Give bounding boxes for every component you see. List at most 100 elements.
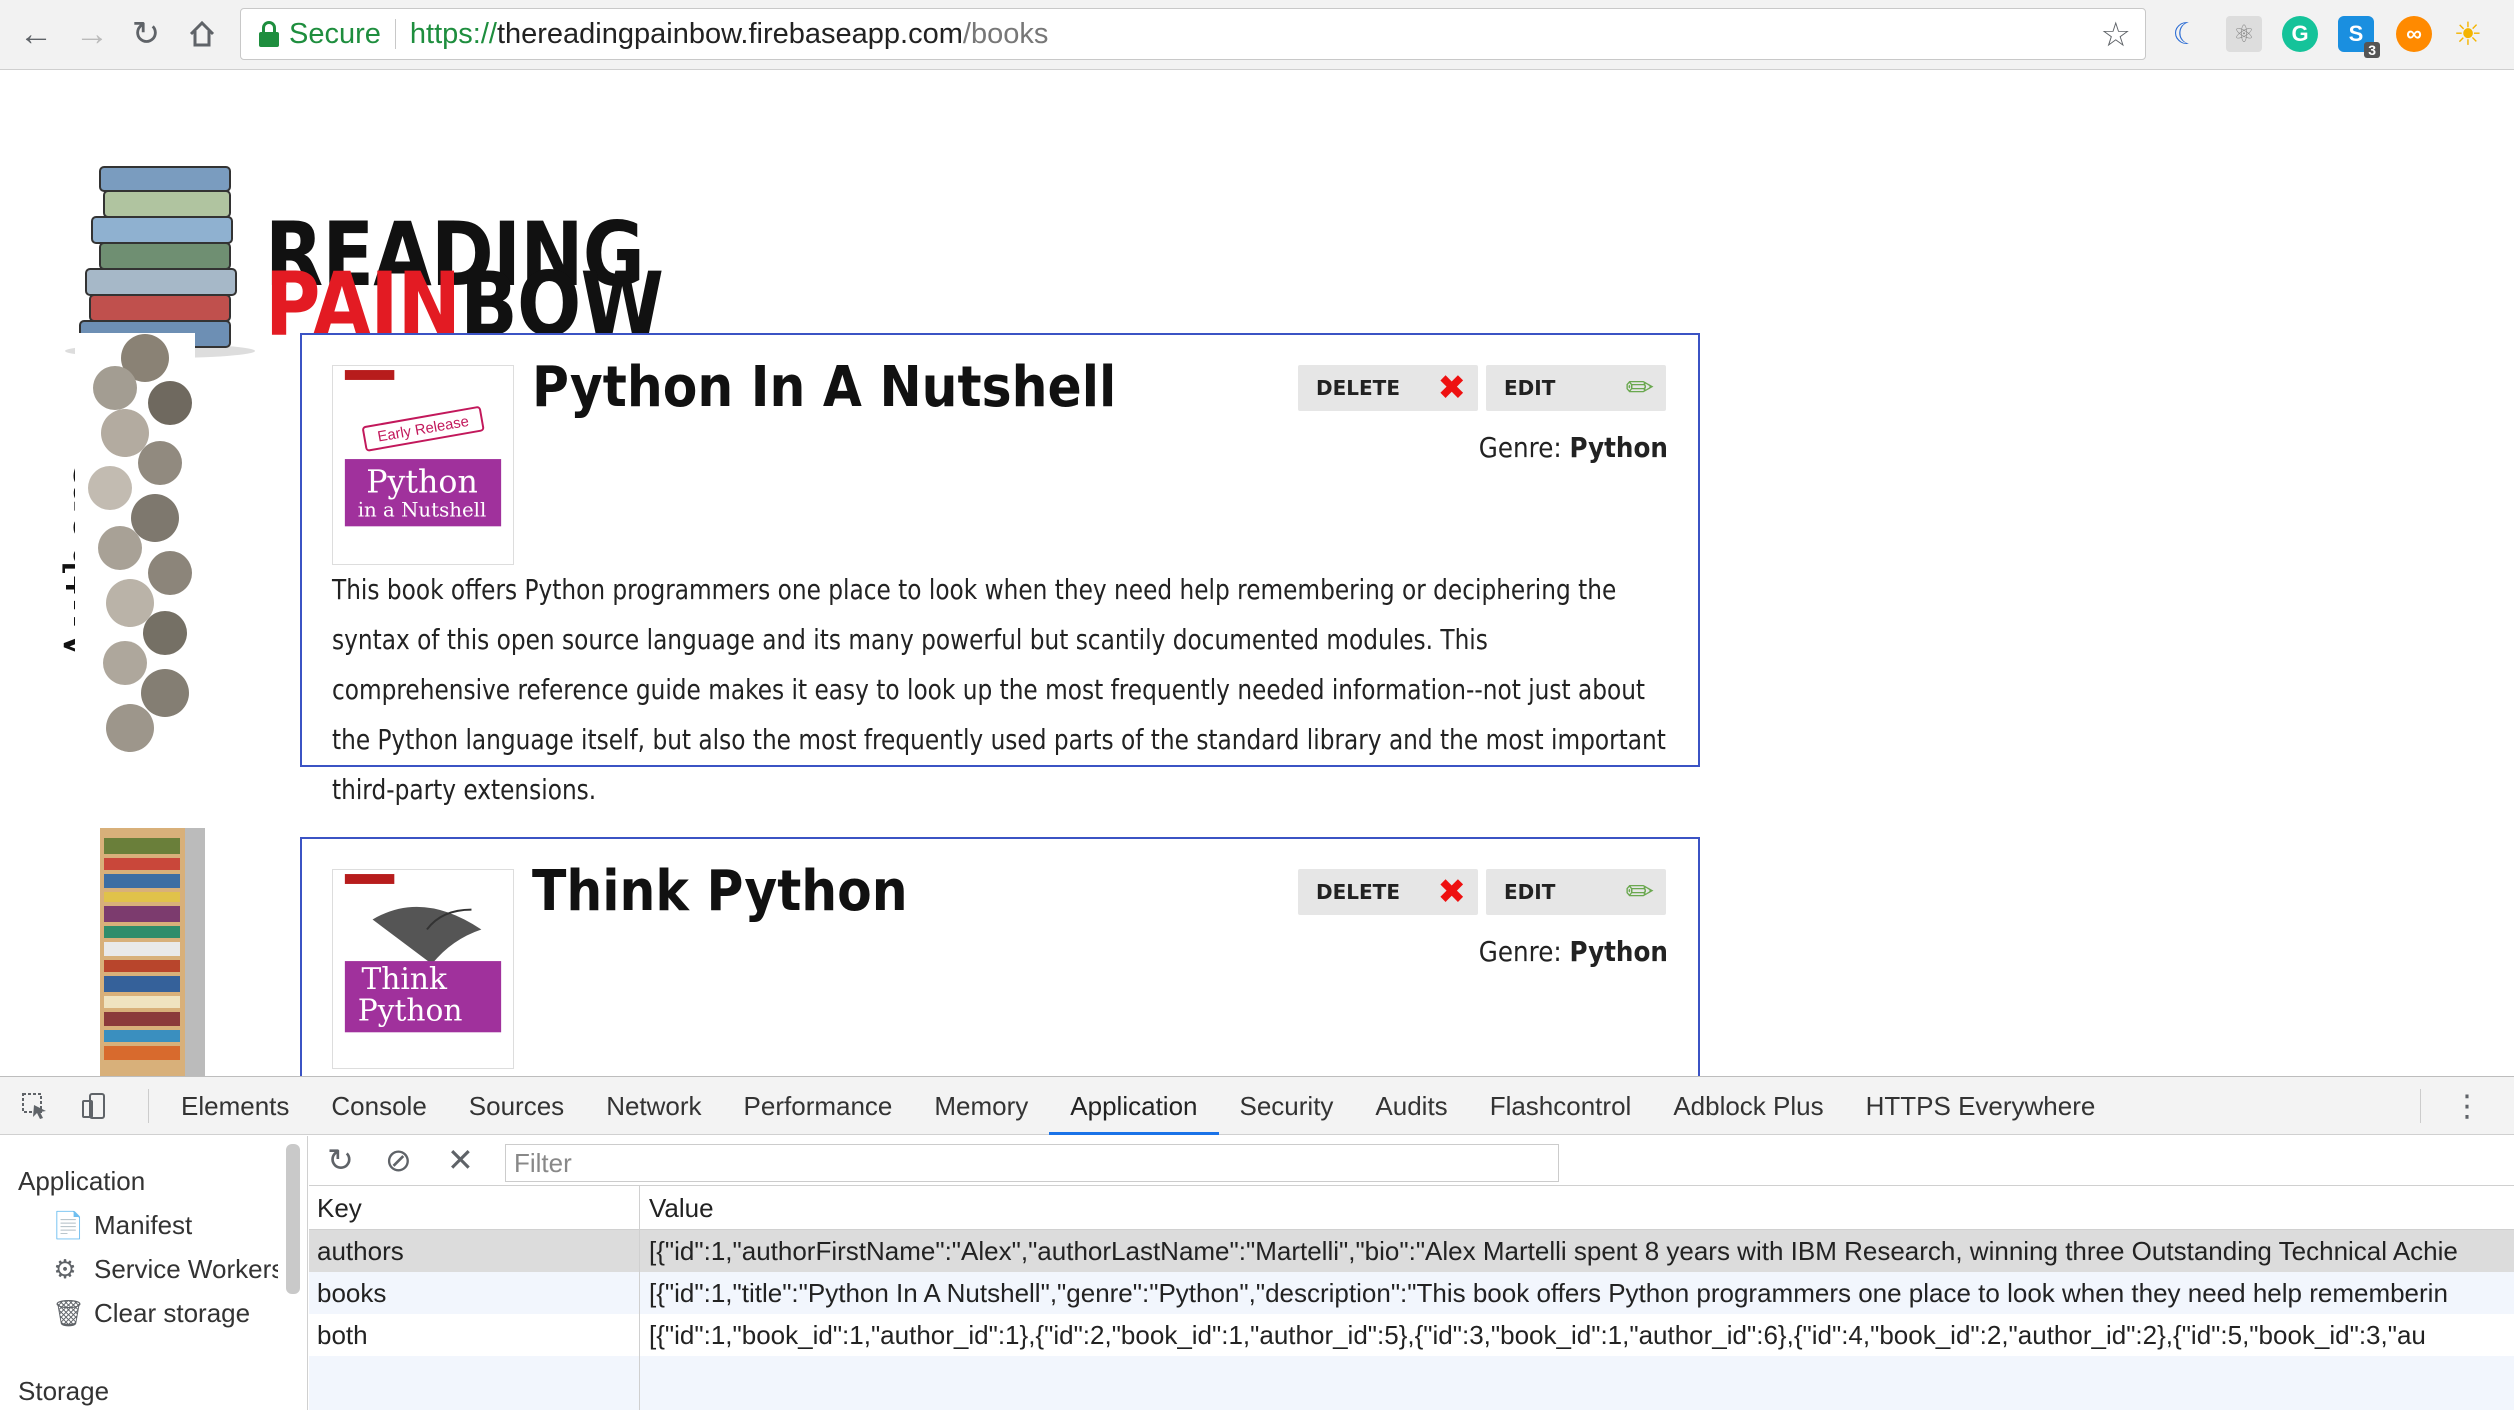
genre-value: Python: [1569, 935, 1668, 968]
books-nav-image[interactable]: [100, 828, 210, 1076]
delete-selected-icon[interactable]: ✕: [447, 1144, 474, 1176]
key-column-header[interactable]: Key: [317, 1186, 362, 1230]
author-faces-collage: [75, 333, 195, 763]
tab-adblock-plus[interactable]: Adblock Plus: [1652, 1077, 1844, 1135]
gear-icon: ⚙: [53, 1254, 77, 1284]
edit-button[interactable]: EDIT ✏: [1486, 869, 1666, 915]
book-description: This book offers Python programmers one …: [332, 573, 1666, 806]
reload-icon[interactable]: ↻: [124, 12, 168, 56]
tab-https-everywhere[interactable]: HTTPS Everywhere: [1845, 1077, 2117, 1135]
delete-button[interactable]: DELETE ✖: [1298, 365, 1478, 411]
book-card: Think Python Think Python DELETE ✖ EDIT …: [300, 837, 1700, 1076]
sidebar-scrollbar[interactable]: [286, 1144, 300, 1294]
value-column-header[interactable]: Value: [649, 1186, 2509, 1230]
react-extension-icon[interactable]: ⚛: [2226, 16, 2262, 52]
url-scheme: https://: [409, 17, 497, 50]
forward-arrow-icon[interactable]: →: [70, 12, 114, 56]
refresh-icon[interactable]: ↻: [327, 1144, 354, 1176]
row-key: books: [317, 1278, 387, 1308]
cover-title-2: in a Nutshell: [358, 498, 487, 521]
tab-security[interactable]: Security: [1219, 1077, 1355, 1135]
back-arrow-icon[interactable]: ←: [14, 12, 58, 56]
url-path: /books: [962, 17, 1049, 50]
devtools-tabbar: Elements Console Sources Network Perform…: [0, 1077, 2514, 1135]
book-genre: Genre: Python: [1479, 935, 1668, 968]
authors-nav[interactable]: Authors: [45, 333, 195, 763]
sidebar-item-label: Manifest: [94, 1210, 193, 1240]
toolbar-divider: [148, 1089, 149, 1123]
sun-extension-icon[interactable]: ☀: [2450, 16, 2486, 52]
tab-sources[interactable]: Sources: [448, 1077, 585, 1135]
url-host: thereadingpainbow.firebaseapp.com: [496, 17, 963, 50]
page-viewport: READING PAINBOW Authors: [0, 71, 2514, 1076]
skype-extension-icon[interactable]: S 3: [2338, 16, 2380, 58]
cover-title-1: Python: [366, 465, 478, 501]
storage-view: ↻ ⊘ ✕ Key Value authors [{"id":1,"author…: [309, 1136, 2514, 1410]
infinity-extension-icon[interactable]: ∞: [2396, 16, 2432, 52]
book-cover-image: Think Python: [332, 869, 514, 1069]
delete-button-label: DELETE: [1316, 376, 1400, 400]
browser-toolbar: ← → ↻ Secure https:// thereadingpainbow.…: [0, 0, 2514, 70]
genre-label: Genre:: [1478, 935, 1562, 968]
url-divider: [394, 19, 396, 49]
application-sidebar: Application 📄 Manifest ⚙ Service Workers…: [0, 1136, 308, 1410]
sidebar-item-label: Service Workers: [94, 1254, 278, 1284]
tab-flashcontrol[interactable]: Flashcontrol: [1469, 1077, 1653, 1135]
sidebar-item-clear-storage[interactable]: 🗑 Clear storage: [52, 1298, 250, 1329]
storage-toolbar: ↻ ⊘ ✕: [309, 1136, 2514, 1186]
lock-icon: [259, 21, 279, 47]
tab-memory[interactable]: Memory: [913, 1077, 1049, 1135]
filter-input[interactable]: [505, 1144, 1559, 1182]
tab-performance[interactable]: Performance: [723, 1077, 914, 1135]
more-divider: [2420, 1089, 2421, 1123]
tab-console[interactable]: Console: [310, 1077, 447, 1135]
row-value: [{"id":1,"title":"Python In A Nutshell",…: [649, 1278, 2448, 1308]
book-stack-icon: [65, 166, 255, 358]
tab-application[interactable]: Application: [1049, 1077, 1219, 1135]
secure-label: Secure: [289, 17, 381, 50]
book-title: Think Python: [532, 859, 908, 924]
bookmark-star-icon[interactable]: ☆: [2101, 15, 2131, 55]
row-value: [{"id":1,"authorFirstName":"Alex","autho…: [649, 1236, 2458, 1266]
delete-x-icon: ✖: [1437, 872, 1467, 912]
row-key: both: [317, 1320, 368, 1350]
devtools-tabs: Elements Console Sources Network Perform…: [160, 1077, 2116, 1135]
cover-title-1: Think: [361, 961, 447, 996]
trash-icon: 🗑: [52, 1298, 86, 1328]
moon-extension-icon[interactable]: ☾: [2168, 16, 2204, 52]
device-toolbar-icon[interactable]: [78, 1091, 112, 1123]
book-cover-image: Early Release Python in a Nutshell: [332, 365, 514, 565]
delete-x-icon: ✖: [1437, 368, 1467, 408]
clear-all-icon[interactable]: ⊘: [385, 1144, 412, 1176]
column-divider[interactable]: [639, 1186, 640, 1410]
extension-badge: 3: [2364, 42, 2380, 58]
sidebar-storage-heading: Storage: [18, 1376, 110, 1406]
home-icon[interactable]: [180, 12, 224, 56]
edit-button-label: EDIT: [1504, 880, 1556, 904]
edit-button[interactable]: EDIT ✏: [1486, 365, 1666, 411]
pencil-icon: ✏: [1625, 872, 1655, 912]
sidebar-title: Application: [18, 1166, 146, 1196]
book-card: Early Release Python in a Nutshell Pytho…: [300, 333, 1700, 806]
sidebar-item-manifest[interactable]: 📄 Manifest: [52, 1210, 192, 1241]
tab-network[interactable]: Network: [585, 1077, 722, 1135]
tab-audits[interactable]: Audits: [1354, 1077, 1468, 1135]
book-genre: Genre: Python: [1479, 431, 1668, 464]
inspect-element-icon[interactable]: [18, 1091, 52, 1123]
tab-elements[interactable]: Elements: [160, 1077, 310, 1135]
delete-button[interactable]: DELETE ✖: [1298, 869, 1478, 915]
pencil-icon: ✏: [1625, 368, 1655, 408]
more-options-icon[interactable]: ⋮: [2452, 1089, 2482, 1124]
genre-value: Python: [1569, 431, 1668, 464]
key-value-table: Key Value authors [{"id":1,"authorFirstN…: [309, 1186, 2514, 1410]
sidebar-item-label: Clear storage: [94, 1298, 251, 1328]
sidebar-item-service-workers[interactable]: ⚙ Service Workers: [52, 1254, 278, 1285]
book-title: Python In A Nutshell: [532, 355, 1117, 420]
delete-button-label: DELETE: [1316, 880, 1400, 904]
grammarly-icon[interactable]: G: [2282, 16, 2318, 52]
document-icon: 📄: [52, 1210, 85, 1240]
edit-button-label: EDIT: [1504, 376, 1556, 400]
address-bar[interactable]: Secure https:// thereadingpainbow.fireba…: [240, 8, 2146, 60]
row-key: authors: [317, 1236, 404, 1266]
row-value: [{"id":1,"book_id":1,"author_id":1},{"id…: [649, 1320, 2426, 1350]
